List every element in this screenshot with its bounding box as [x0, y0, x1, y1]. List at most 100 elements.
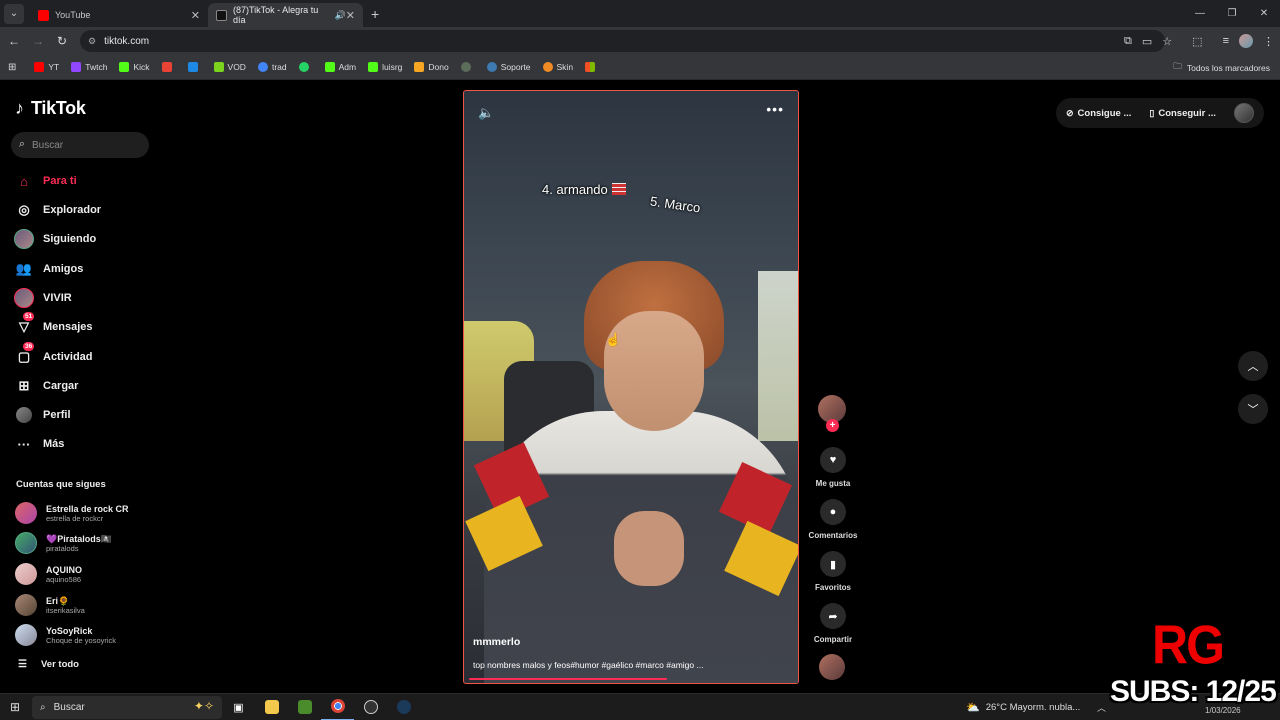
- close-tab-icon[interactable]: ✕: [346, 9, 355, 22]
- tiktok-note-icon: ♪: [15, 98, 24, 118]
- all-bookmarks[interactable]: 🗀 Todos los marcadores: [1173, 55, 1270, 80]
- new-tab-button[interactable]: +: [371, 6, 379, 22]
- subs-counter: SUBS: 12/25: [1110, 675, 1277, 708]
- bookmark-luisrg[interactable]: luisrg: [368, 62, 402, 72]
- taskbar-search[interactable]: ⌕ Buscar ✦✧: [32, 695, 222, 719]
- speaker-icon[interactable]: 🔊: [335, 10, 346, 21]
- following-account[interactable]: Estrella de rock CR estrella de rockcr: [15, 502, 129, 524]
- obs-icon[interactable]: [354, 694, 387, 720]
- following-account[interactable]: AQUINO aquino586: [15, 563, 82, 585]
- restore-icon[interactable]: ❐: [1216, 0, 1248, 27]
- sidebar-item-mensajes[interactable]: ▽ 51 Mensajes: [14, 312, 93, 338]
- weather-widget[interactable]: ⛅ 26°C Mayorm. nubla...: [966, 694, 1080, 720]
- sidebar-item-amigos[interactable]: 👥 Amigos: [14, 258, 83, 280]
- bookmark-kick[interactable]: Kick: [119, 62, 150, 72]
- extensions-icon[interactable]: ⬚: [1192, 35, 1202, 48]
- windows-start-icon[interactable]: ⊞: [0, 700, 30, 714]
- cast-icon[interactable]: ▭: [1142, 35, 1152, 48]
- following-account[interactable]: 💜Piratalods🏴‍☠️ piratalods: [15, 532, 112, 554]
- comments-button[interactable]: ● Comentarios: [805, 499, 861, 540]
- following-account[interactable]: Eri🌻 itserikasilva: [15, 594, 85, 616]
- bookmark-gmail[interactable]: [161, 62, 176, 72]
- chrome-icon[interactable]: [321, 694, 354, 720]
- bookmark-adm[interactable]: Adm: [324, 62, 356, 72]
- bookmark-blue[interactable]: [187, 62, 202, 72]
- share-icon: ➦: [820, 603, 846, 629]
- video-more-icon[interactable]: •••: [766, 101, 784, 117]
- sound-avatar[interactable]: [819, 654, 845, 680]
- bookmark-microsoft[interactable]: [585, 62, 599, 72]
- bookmark-soporte[interactable]: Soporte: [486, 62, 531, 72]
- reload-icon[interactable]: ↻: [50, 34, 74, 48]
- address-bar[interactable]: ⚙ tiktok.com: [80, 30, 1165, 52]
- misc-icon: [460, 62, 471, 72]
- close-window-icon[interactable]: ✕: [1248, 0, 1280, 27]
- vod-icon: [213, 62, 224, 72]
- video-overlay-text: 5. Marco: [649, 193, 702, 216]
- sidebar-item-perfil[interactable]: Perfil: [14, 404, 71, 426]
- sidebar-item-vivir[interactable]: VIVIR: [14, 287, 72, 309]
- video-description[interactable]: top nombres malos y feos#humor #gaélico …: [473, 660, 704, 670]
- following-header: Cuentas que sigues: [16, 479, 106, 490]
- tab-search-button[interactable]: ⌄: [4, 3, 24, 24]
- sidebar-item-cargar[interactable]: ⊞ Cargar: [14, 375, 79, 397]
- coin-icon: ⊘: [1066, 107, 1074, 118]
- activity-icon: ▢ 36: [17, 342, 35, 364]
- apps-grid-icon[interactable]: ⊞: [8, 62, 16, 73]
- steam-icon[interactable]: [387, 694, 420, 720]
- volume-icon[interactable]: 🔈: [478, 105, 494, 121]
- sidebar-item-explorador[interactable]: ◎ Explorador: [14, 199, 101, 221]
- task-view-icon[interactable]: ▣: [222, 694, 255, 720]
- previous-video-button[interactable]: ︿: [1238, 351, 1268, 381]
- video-author[interactable]: mmmerlo: [473, 636, 520, 648]
- bookmark-vod[interactable]: VOD: [213, 62, 246, 72]
- windows-taskbar: ⊞ ⌕ Buscar ✦✧ ▣ ⛅ 26°C Mayorm. nubla... ︿…: [0, 693, 1280, 720]
- media-controls-icon[interactable]: ≡: [1223, 35, 1229, 47]
- video-player[interactable]: 🔈 ••• 4. armando 5. Marco ☝ mmmerlo top …: [463, 90, 799, 684]
- back-icon[interactable]: ←: [2, 34, 26, 48]
- favorites-button[interactable]: ▮ Favoritos: [805, 551, 861, 592]
- translate-icon[interactable]: ⧉: [1124, 35, 1132, 48]
- file-explorer-icon[interactable]: [255, 694, 288, 720]
- tab-youtube[interactable]: YouTube ✕: [30, 3, 208, 27]
- like-button[interactable]: ♥ Me gusta: [805, 447, 861, 488]
- minecraft-icon[interactable]: [288, 694, 321, 720]
- site-info-icon[interactable]: ⚙: [88, 36, 96, 47]
- profile-icon: [14, 405, 34, 425]
- top-right-actions: ⊘ Consigue ... ▯ Conseguir ...: [1056, 98, 1264, 128]
- sidebar-item-para-ti[interactable]: ⌂ Para ti: [14, 170, 77, 192]
- search-input[interactable]: ⌕ Buscar: [11, 132, 149, 158]
- share-button[interactable]: ➦ Compartir: [805, 603, 861, 644]
- sidebar-item-siguiendo[interactable]: Siguiendo: [14, 228, 96, 250]
- bookmark-trad[interactable]: trad: [257, 62, 287, 72]
- bookmark-whatsapp[interactable]: [298, 62, 313, 72]
- get-app-button[interactable]: ▯ Conseguir ...: [1149, 108, 1216, 119]
- profile-avatar[interactable]: [1239, 34, 1253, 48]
- tab-tiktok[interactable]: (87)TikTok - Alegra tu día 🔊 ✕: [208, 3, 363, 27]
- messages-badge: 51: [23, 312, 35, 321]
- get-coins-button[interactable]: ⊘ Consigue ...: [1066, 108, 1131, 119]
- more-dots-icon: ···: [17, 436, 31, 452]
- follow-plus-icon[interactable]: +: [826, 419, 839, 432]
- search-icon: ⌕: [18, 138, 26, 150]
- hand-cursor-icon: ☝: [605, 332, 622, 347]
- sidebar-item-mas[interactable]: ··· Más: [14, 433, 65, 455]
- minimize-icon[interactable]: —: [1184, 0, 1216, 27]
- sidebar-item-actividad[interactable]: ▢ 36 Actividad: [14, 342, 93, 368]
- bookmark-yt[interactable]: YT: [34, 62, 59, 72]
- see-all-link[interactable]: ☰ Ver todo: [18, 659, 79, 670]
- bookmark-skin[interactable]: Skin: [542, 62, 573, 72]
- tray-chevron-icon[interactable]: ︿: [1097, 701, 1106, 714]
- menu-kebab-icon[interactable]: ⋮: [1263, 35, 1274, 48]
- bookmark-dono[interactable]: Dono: [414, 62, 449, 72]
- tiktok-logo[interactable]: ♪ TikTok: [15, 98, 86, 119]
- forward-icon[interactable]: →: [26, 34, 50, 48]
- close-tab-icon[interactable]: ✕: [191, 9, 200, 22]
- bookmark-twitch[interactable]: Twtch: [71, 62, 107, 72]
- user-avatar[interactable]: [1234, 103, 1254, 123]
- video-progress-bar[interactable]: [469, 678, 667, 680]
- next-video-button[interactable]: ﹀: [1238, 394, 1268, 424]
- bookmark-star-icon[interactable]: ☆: [1162, 35, 1172, 48]
- following-account[interactable]: YoSoyRick Choque de yosoyrick: [15, 624, 116, 646]
- bookmark-misc[interactable]: [460, 62, 475, 72]
